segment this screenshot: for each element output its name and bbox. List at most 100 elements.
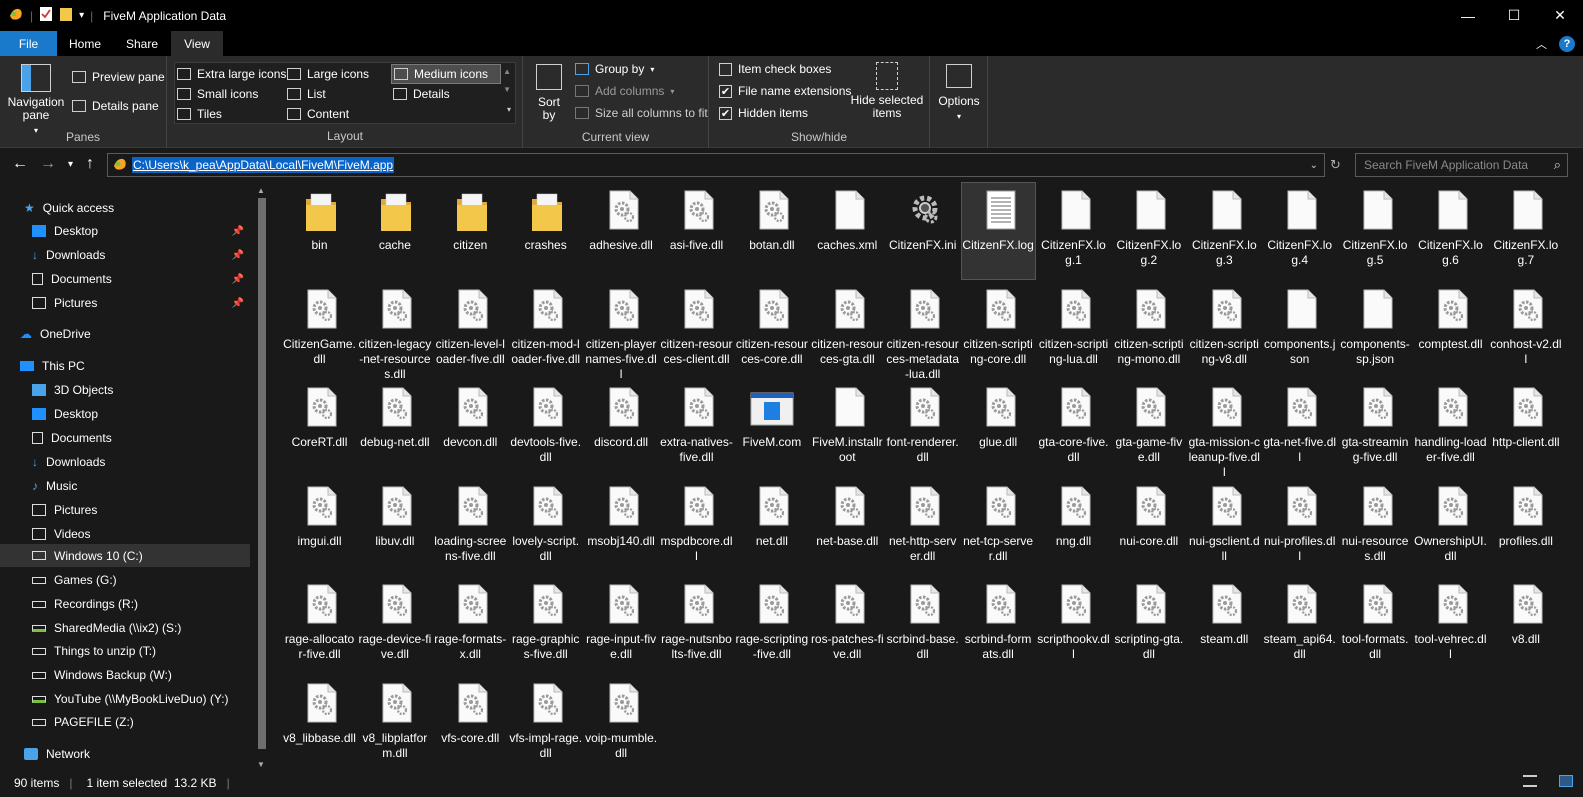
- options-button[interactable]: Options ▾: [934, 64, 984, 122]
- file-item[interactable]: CitizenFX.ini: [886, 183, 959, 279]
- file-item[interactable]: v8_libbase.dll: [283, 676, 356, 772]
- sidebar-quick-access[interactable]: ★ Quick access: [24, 196, 274, 220]
- file-item[interactable]: scripthookv.dll: [1037, 577, 1110, 673]
- file-item[interactable]: citizen-scripting-lua.dll: [1037, 282, 1110, 378]
- sidebar-onedrive[interactable]: ☁ OneDrive: [20, 322, 270, 346]
- sidebar-item-backup-w[interactable]: Windows Backup (W:): [32, 663, 282, 687]
- sidebar-item-pagefile-z[interactable]: PAGEFILE (Z:): [32, 710, 282, 734]
- group-by-button[interactable]: Group by ▾: [575, 62, 654, 76]
- pin-icon[interactable]: 📌: [232, 250, 244, 261]
- file-item[interactable]: gta-net-five.dll: [1263, 380, 1336, 476]
- sidebar-item-music[interactable]: ♪ Music: [32, 474, 282, 498]
- sidebar-item-sharedmedia-s[interactable]: SharedMedia (\\ix2) (S:): [32, 616, 282, 640]
- file-item[interactable]: citizen-legacy-net-resources.dll: [358, 282, 431, 381]
- file-item[interactable]: gta-mission-cleanup-five.dll: [1188, 380, 1261, 479]
- file-name-extensions-toggle[interactable]: ✔ File name extensions: [719, 84, 851, 98]
- file-item[interactable]: scripting-gta.dll: [1112, 577, 1185, 673]
- file-item[interactable]: CitizenGame.dll: [283, 282, 356, 378]
- file-item[interactable]: tool-vehrec.dll: [1414, 577, 1487, 673]
- pin-icon[interactable]: 📌: [232, 226, 244, 237]
- file-item[interactable]: net-http-server.dll: [886, 479, 959, 575]
- search-input[interactable]: Search FiveM Application Data ⌕: [1355, 153, 1568, 177]
- tab-file[interactable]: File: [0, 31, 57, 56]
- details-view-icon[interactable]: [1523, 775, 1537, 787]
- file-item[interactable]: scrbind-base.dll: [886, 577, 959, 673]
- file-item[interactable]: extra-natives-five.dll: [660, 380, 733, 476]
- layout-large-icons[interactable]: Large icons: [287, 65, 369, 83]
- file-item[interactable]: citizen-scripting-mono.dll: [1112, 282, 1185, 378]
- file-item[interactable]: CitizenFX.log.7: [1489, 183, 1562, 279]
- file-item[interactable]: CitizenFX.log: [960, 182, 1036, 280]
- file-item[interactable]: CitizenFX.log.3: [1188, 183, 1261, 279]
- layout-scroll-up-icon[interactable]: ▲: [503, 67, 511, 76]
- file-item[interactable]: citizen-mod-loader-five.dll: [509, 282, 582, 378]
- file-item[interactable]: rage-allocator-five.dll: [283, 577, 356, 673]
- file-item[interactable]: msobj140.dll: [585, 479, 658, 575]
- file-item[interactable]: net-base.dll: [811, 479, 884, 575]
- preview-pane-button[interactable]: Preview pane: [72, 70, 165, 84]
- hidden-items-toggle[interactable]: ✔ Hidden items: [719, 106, 808, 120]
- maximize-button[interactable]: ☐: [1491, 0, 1537, 31]
- file-item[interactable]: mspdbcore.dll: [660, 479, 733, 575]
- file-item[interactable]: devtools-five.dll: [509, 380, 582, 476]
- sidebar-item-pictures[interactable]: Pictures 📌: [32, 291, 252, 315]
- file-item[interactable]: CitizenFX.log.6: [1414, 183, 1487, 279]
- sidebar-item-youtube-y[interactable]: YouTube (\\MyBookLiveDuo) (Y:): [32, 687, 282, 711]
- file-item[interactable]: nng.dll: [1037, 479, 1110, 575]
- file-item[interactable]: components-sp.json: [1339, 282, 1412, 378]
- file-item[interactable]: net.dll: [735, 479, 808, 575]
- layout-extra-large-icons[interactable]: Extra large icons: [177, 65, 286, 83]
- file-item[interactable]: font-renderer.dll: [886, 380, 959, 476]
- customize-toolbar-icon[interactable]: ▾: [79, 10, 84, 21]
- file-item[interactable]: components.json: [1263, 282, 1336, 378]
- address-bar[interactable]: C:\Users\k_pea\AppData\Local\FiveM\FiveM…: [107, 153, 1325, 177]
- file-item[interactable]: citizen-level-loader-five.dll: [434, 282, 507, 378]
- file-item[interactable]: rage-device-five.dll: [358, 577, 431, 673]
- file-item[interactable]: vfs-core.dll: [434, 676, 507, 772]
- scroll-up-icon[interactable]: ▲: [257, 186, 265, 195]
- properties-icon[interactable]: [39, 6, 53, 25]
- up-icon[interactable]: ↑: [86, 155, 94, 173]
- file-item[interactable]: citizen: [434, 183, 507, 279]
- file-item[interactable]: rage-graphics-five.dll: [509, 577, 582, 673]
- file-item[interactable]: nui-core.dll: [1112, 479, 1185, 575]
- sidebar-item-desktop-pc[interactable]: Desktop: [32, 402, 282, 426]
- file-item[interactable]: conhost-v2.dll: [1489, 282, 1562, 378]
- new-folder-icon[interactable]: [59, 6, 73, 25]
- details-pane-button[interactable]: Details pane: [72, 99, 159, 113]
- sidebar-item-games-g[interactable]: Games (G:): [32, 568, 282, 592]
- layout-expand-icon[interactable]: ▾: [507, 105, 511, 114]
- file-item[interactable]: glue.dll: [962, 380, 1035, 476]
- tab-share[interactable]: Share: [113, 31, 171, 56]
- pin-icon[interactable]: 📌: [232, 298, 244, 309]
- file-item[interactable]: nui-gsclient.dll: [1188, 479, 1261, 575]
- file-item[interactable]: rage-input-five.dll: [585, 577, 658, 673]
- file-item[interactable]: rage-formats-x.dll: [434, 577, 507, 673]
- file-item[interactable]: gta-streaming-five.dll: [1339, 380, 1412, 476]
- sidebar-this-pc[interactable]: This PC: [20, 354, 270, 378]
- address-path[interactable]: C:\Users\k_pea\AppData\Local\FiveM\FiveM…: [132, 157, 395, 173]
- file-item[interactable]: lovely-script.dll: [509, 479, 582, 575]
- file-item[interactable]: vfs-impl-rage.dll: [509, 676, 582, 772]
- file-item[interactable]: FiveM.com: [735, 380, 808, 476]
- file-item[interactable]: botan.dll: [735, 183, 808, 279]
- file-item[interactable]: v8_libplatform.dll: [358, 676, 431, 772]
- file-item[interactable]: debug-net.dll: [358, 380, 431, 476]
- file-item[interactable]: gta-game-five.dll: [1112, 380, 1185, 476]
- sidebar-scrollbar[interactable]: ▲ ▼: [255, 186, 269, 769]
- collapse-ribbon-icon[interactable]: ︿: [1536, 36, 1547, 52]
- file-item[interactable]: rage-nutsnbolts-five.dll: [660, 577, 733, 673]
- file-item[interactable]: caches.xml: [811, 183, 884, 279]
- file-item[interactable]: voip-mumble.dll: [585, 676, 658, 772]
- sidebar-item-3d-objects[interactable]: 3D Objects: [32, 378, 282, 402]
- sidebar-item-videos[interactable]: Videos: [32, 522, 282, 546]
- file-item[interactable]: profiles.dll: [1489, 479, 1562, 575]
- file-item[interactable]: libuv.dll: [358, 479, 431, 575]
- add-columns-button[interactable]: Add columns ▾: [575, 84, 674, 98]
- sidebar-network[interactable]: Network: [24, 742, 274, 766]
- file-item[interactable]: CitizenFX.log.1: [1037, 183, 1110, 279]
- sidebar-item-documents-pc[interactable]: Documents: [32, 426, 282, 450]
- sidebar-item-things-t[interactable]: Things to unzip (T:): [32, 639, 282, 663]
- file-item[interactable]: cache: [358, 183, 431, 279]
- file-item[interactable]: handling-loader-five.dll: [1414, 380, 1487, 476]
